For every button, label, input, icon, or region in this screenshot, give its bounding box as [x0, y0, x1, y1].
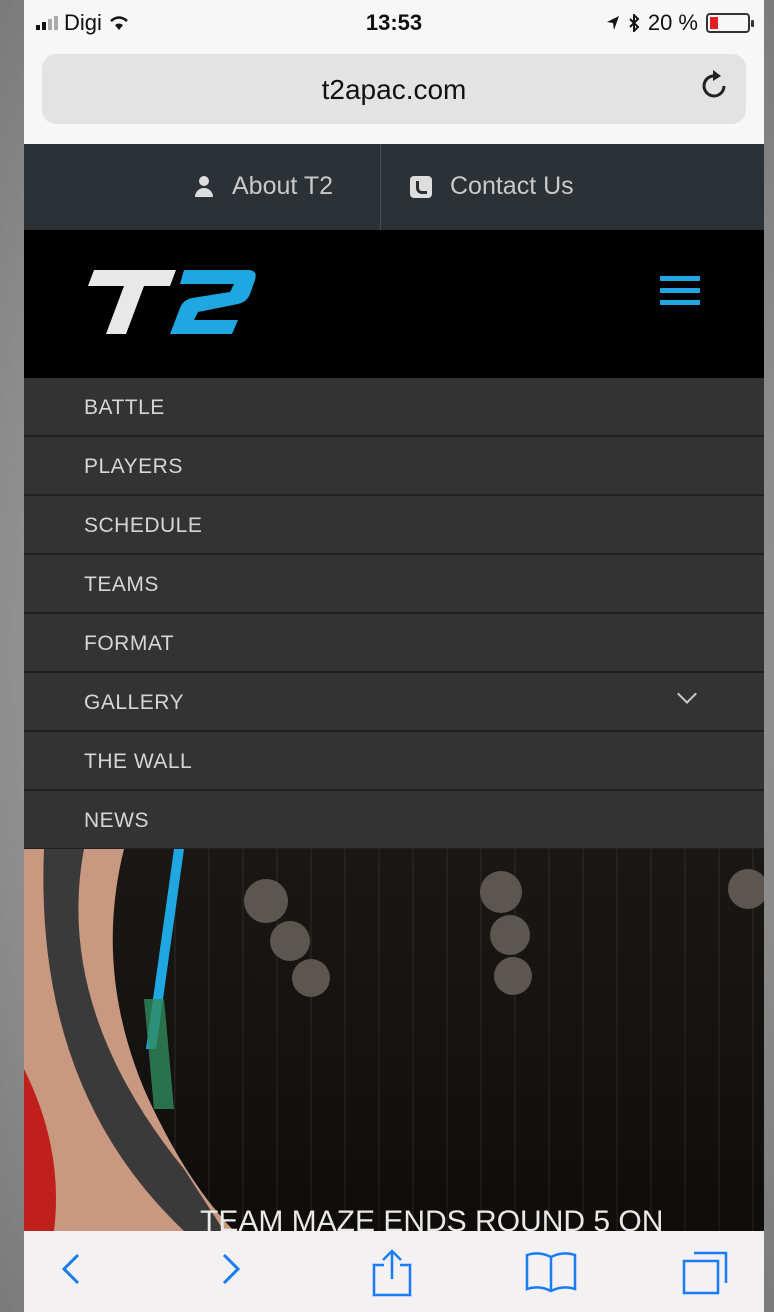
nav-item-players[interactable]: PLAYERS	[24, 437, 764, 496]
decor-dot	[480, 871, 522, 913]
location-icon	[606, 16, 619, 30]
hamburger-menu-icon[interactable]	[660, 274, 700, 308]
nav-item-gallery[interactable]: GALLERY	[24, 673, 764, 732]
nav-item-battle[interactable]: BATTLE	[24, 378, 764, 437]
contact-label: Contact Us	[450, 172, 574, 200]
decor-dot	[728, 869, 764, 909]
nav-item-label: TEAMS	[84, 573, 159, 596]
decor-dot	[494, 957, 532, 995]
battery-percent: 20 %	[647, 10, 698, 35]
racket-graphic	[24, 849, 234, 1231]
bluetooth-icon	[629, 14, 640, 32]
forward-icon[interactable]	[220, 1249, 244, 1294]
battery-icon	[706, 13, 754, 33]
decor-dot	[490, 915, 530, 955]
nav-item-schedule[interactable]: SCHEDULE	[24, 496, 764, 555]
nav-item-label: GALLERY	[84, 691, 184, 714]
status-right: 20 %	[606, 10, 754, 36]
divider	[380, 144, 381, 230]
t2-logo[interactable]: T2	[80, 266, 260, 338]
site-header: T2	[24, 230, 764, 378]
about-label: About T2	[232, 172, 334, 200]
share-icon[interactable]	[370, 1249, 414, 1302]
nav-item-format[interactable]: FORMAT	[24, 614, 764, 673]
browser-chrome: t2apac.com	[24, 44, 764, 144]
nav-item-teams[interactable]: TEAMS	[24, 555, 764, 614]
reload-icon[interactable]	[700, 68, 730, 110]
nav-item-label: NEWS	[84, 809, 149, 832]
nav-item-label: PLAYERS	[84, 455, 183, 478]
main-nav: BATTLE PLAYERS SCHEDULE TEAMS FORMAT GAL…	[24, 378, 764, 850]
user-icon	[194, 175, 214, 198]
contact-link[interactable]: Contact Us	[410, 172, 574, 201]
url-text[interactable]: t2apac.com	[42, 74, 746, 106]
bookmarks-icon[interactable]	[524, 1249, 578, 1298]
top-utility-bar: About T2 Contact Us	[24, 144, 764, 230]
about-link[interactable]: About T2	[194, 172, 333, 201]
phone-icon	[410, 175, 432, 198]
hero-banner[interactable]: TEAM MAZE ENDS ROUND 5 ON	[24, 849, 764, 1231]
browser-toolbar	[24, 1231, 764, 1312]
address-bar[interactable]: t2apac.com	[42, 54, 746, 124]
phone-screen: Digi 13:53 20 % t2apac.com About T2 Cont…	[24, 0, 764, 1312]
decor-dot	[292, 959, 330, 997]
chevron-down-icon[interactable]	[677, 684, 697, 704]
nav-item-label: FORMAT	[84, 632, 175, 655]
nav-item-label: SCHEDULE	[84, 514, 203, 537]
tabs-icon[interactable]	[680, 1249, 730, 1302]
nav-item-the-wall[interactable]: THE WALL	[24, 732, 764, 791]
status-bar: Digi 13:53 20 %	[24, 0, 764, 44]
nav-item-news[interactable]: NEWS	[24, 791, 764, 850]
hero-headline[interactable]: TEAM MAZE ENDS ROUND 5 ON	[200, 1205, 663, 1231]
back-icon[interactable]	[58, 1249, 82, 1294]
nav-item-label: BATTLE	[84, 396, 165, 419]
nav-item-label: THE WALL	[84, 750, 193, 773]
